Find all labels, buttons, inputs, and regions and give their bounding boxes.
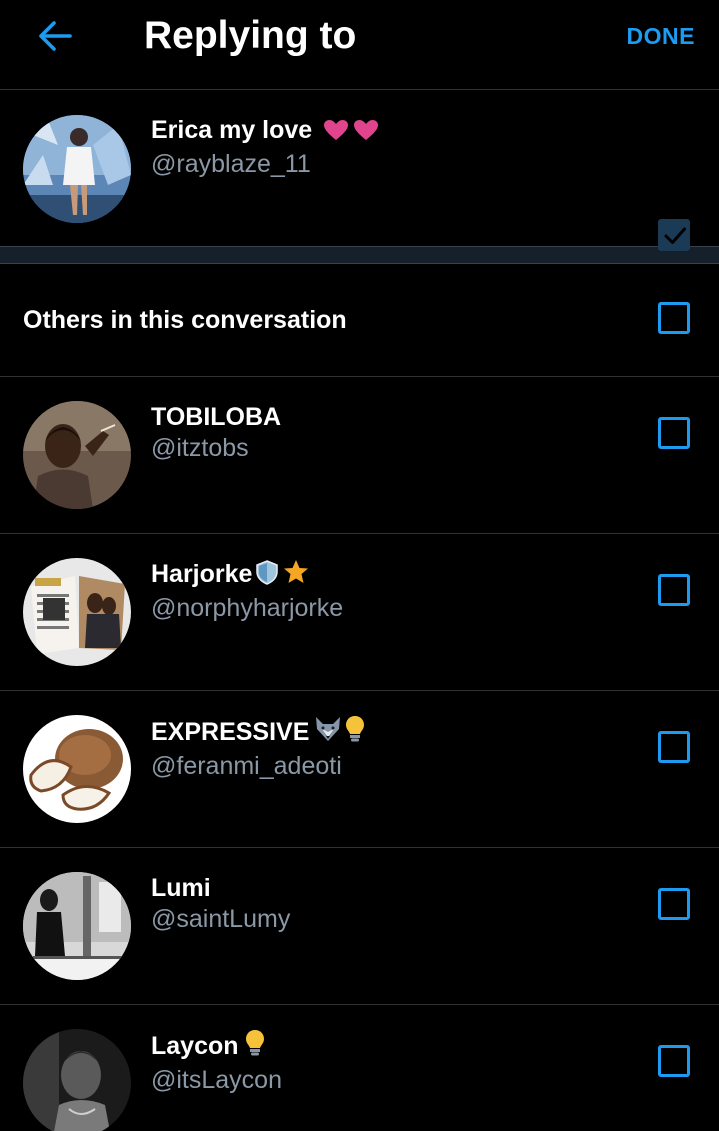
display-name: Laycon bbox=[151, 1029, 282, 1065]
checkmark-icon bbox=[664, 227, 686, 244]
user-info: Lumi @saintLumy bbox=[151, 872, 290, 934]
user-info: TOBILOBA @itztobs bbox=[151, 401, 281, 463]
user-checkbox[interactable] bbox=[658, 1045, 690, 1077]
display-name: EXPRESSIVE bbox=[151, 715, 365, 751]
user-info: Erica my love @rayblaze_11 bbox=[151, 114, 379, 179]
display-name-text: EXPRESSIVE bbox=[151, 718, 310, 746]
user-checkbox[interactable] bbox=[658, 731, 690, 763]
handle: @norphyharjorke bbox=[151, 594, 344, 622]
display-name-text: Erica my love bbox=[151, 116, 313, 144]
handle: @itztobs bbox=[151, 434, 249, 462]
avatar bbox=[23, 558, 131, 666]
top-bar: Replying to DONE bbox=[0, 0, 719, 90]
avatar bbox=[23, 1029, 131, 1131]
display-name-text: Laycon bbox=[151, 1032, 239, 1060]
primary-user-row[interactable]: Erica my love @rayblaze_11 bbox=[0, 90, 719, 251]
section-divider bbox=[0, 246, 719, 264]
user-row[interactable]: Laycon @itsLaycon bbox=[0, 1005, 719, 1131]
lightbulb-icon bbox=[245, 1029, 265, 1065]
handle: @saintLumy bbox=[151, 905, 291, 933]
handle: @feranmi_adeoti bbox=[151, 752, 342, 780]
others-select-all-checkbox[interactable] bbox=[658, 302, 690, 334]
back-button[interactable] bbox=[34, 14, 78, 58]
user-row[interactable]: Harjorke @norphyharjorke bbox=[0, 534, 719, 691]
user-checkbox[interactable] bbox=[658, 888, 690, 920]
page-title: Replying to bbox=[144, 14, 357, 57]
heart-icon bbox=[323, 117, 349, 149]
avatar bbox=[23, 115, 131, 223]
user-row[interactable]: Lumi @saintLumy bbox=[0, 848, 719, 1005]
done-button[interactable]: DONE bbox=[627, 22, 695, 50]
handle: @itsLaycon bbox=[151, 1066, 282, 1094]
display-name: Harjorke bbox=[151, 558, 343, 593]
display-name: Lumi bbox=[151, 874, 211, 902]
checkbox-checked[interactable] bbox=[658, 219, 690, 251]
handle: @rayblaze_11 bbox=[151, 150, 311, 178]
user-checkbox[interactable] bbox=[658, 574, 690, 606]
others-section-row[interactable]: Others in this conversation bbox=[0, 264, 719, 377]
wolf-icon bbox=[313, 715, 343, 751]
lightbulb-icon bbox=[345, 715, 365, 751]
heart-icon bbox=[353, 117, 379, 149]
others-section-label: Others in this conversation bbox=[23, 306, 347, 334]
user-info: Laycon @itsLaycon bbox=[151, 1029, 282, 1095]
user-checkbox[interactable] bbox=[658, 417, 690, 449]
user-info: Harjorke @norphyharjorke bbox=[151, 558, 343, 623]
display-name-text: Harjorke bbox=[151, 560, 253, 588]
display-name: TOBILOBA bbox=[151, 403, 282, 431]
shield-icon bbox=[254, 559, 280, 593]
replying-to-screen: Replying to DONE Erica my love @rayblaze… bbox=[0, 0, 719, 1131]
user-row[interactable]: EXPRESSIVE @feranmi_adeoti bbox=[0, 691, 719, 848]
avatar bbox=[23, 401, 131, 509]
avatar bbox=[23, 715, 131, 823]
star-icon bbox=[282, 559, 310, 593]
user-info: EXPRESSIVE @feranmi_adeoti bbox=[151, 715, 365, 781]
display-name: Erica my love bbox=[151, 114, 379, 149]
user-row[interactable]: TOBILOBA @itztobs bbox=[0, 377, 719, 534]
arrow-left-icon bbox=[39, 21, 72, 51]
avatar bbox=[23, 872, 131, 980]
